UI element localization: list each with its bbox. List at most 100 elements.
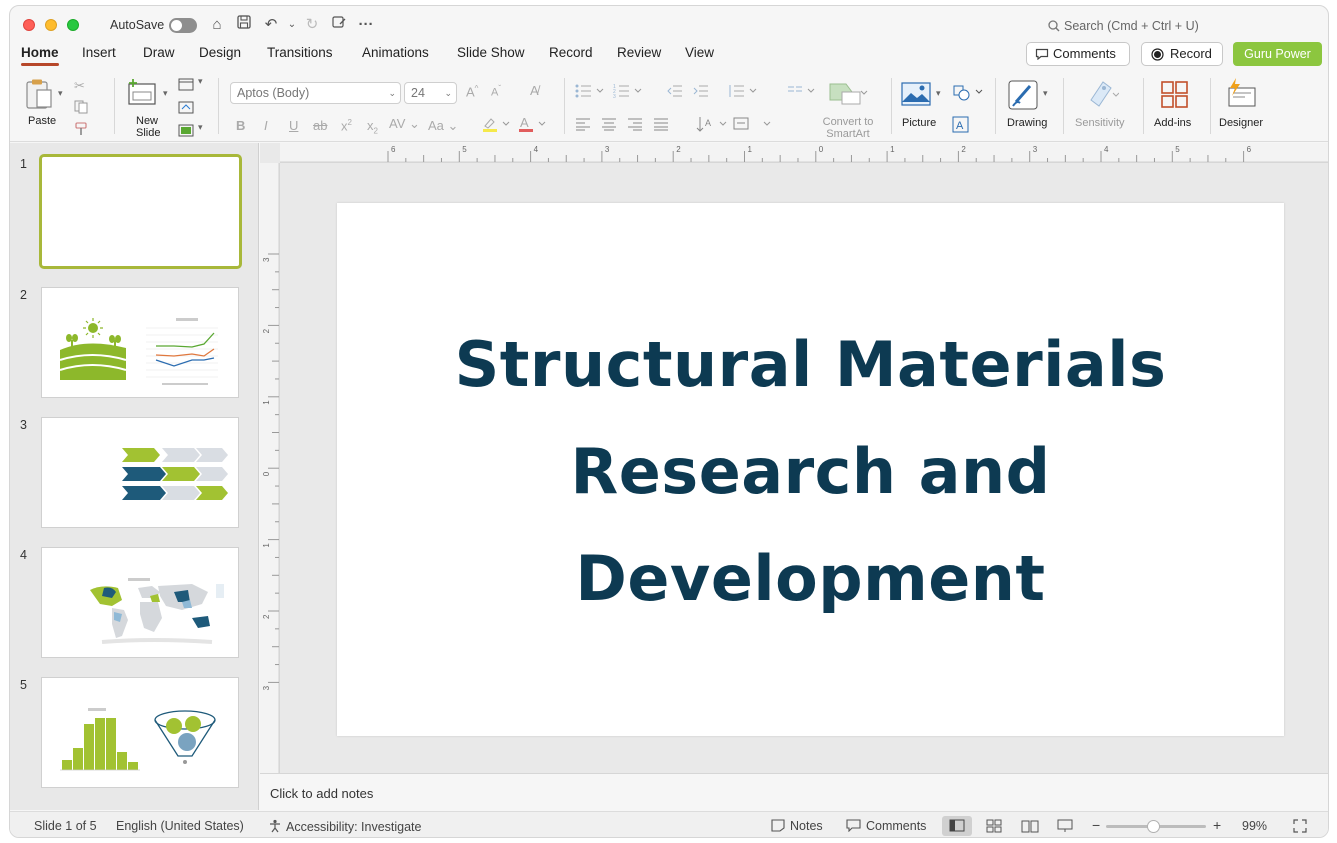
slide-canvas[interactable]: Structural Materials Research and Develo… xyxy=(337,203,1284,736)
fit-to-window-button[interactable] xyxy=(1293,819,1307,836)
tab-animations[interactable]: Animations xyxy=(362,45,429,60)
slide-thumbnail-4[interactable] xyxy=(41,547,239,658)
tab-view[interactable]: View xyxy=(685,45,714,60)
search-box[interactable]: Search (Cmd + Ctrl + U) xyxy=(1048,19,1199,33)
increase-font-size-icon[interactable]: A^ xyxy=(466,84,478,99)
comments-button[interactable]: Comments xyxy=(1026,42,1130,66)
tab-review[interactable]: Review xyxy=(617,45,661,60)
vertical-ruler[interactable]: 3 2 1 0 1 2 3 xyxy=(260,163,280,773)
home-icon[interactable]: ⌂ xyxy=(207,15,227,35)
picture-button[interactable] xyxy=(901,82,931,109)
addins-button[interactable] xyxy=(1160,80,1190,113)
zoom-in-button[interactable]: + xyxy=(1213,817,1221,833)
customize-toolbar-icon[interactable] xyxy=(329,15,349,35)
zoom-slider-thumb[interactable] xyxy=(1147,820,1160,833)
zoom-out-button[interactable]: − xyxy=(1092,817,1100,833)
columns-icon[interactable] xyxy=(786,84,818,101)
minimize-window-button[interactable] xyxy=(45,19,57,31)
tab-design[interactable]: Design xyxy=(199,45,241,60)
sensitivity-button[interactable] xyxy=(1085,78,1120,113)
slide-thumbnail-3[interactable] xyxy=(41,417,239,528)
highlight-color-icon[interactable] xyxy=(481,115,513,136)
shapes-icon[interactable] xyxy=(952,84,986,105)
justify-icon[interactable] xyxy=(653,117,669,134)
cut-icon[interactable]: ✂ xyxy=(74,78,85,94)
more-options-icon[interactable]: ··· xyxy=(356,15,376,35)
numbering-icon[interactable]: 123 xyxy=(613,84,645,101)
save-icon[interactable] xyxy=(234,15,254,35)
subscript-icon[interactable]: x2 xyxy=(367,118,378,136)
redo-icon[interactable]: ↻ xyxy=(302,15,322,35)
drawing-button[interactable] xyxy=(1008,80,1040,113)
section-icon[interactable] xyxy=(178,124,194,140)
designer-button[interactable] xyxy=(1224,78,1258,113)
notes-pane[interactable]: Click to add notes xyxy=(260,773,1328,810)
slide-show-view-button[interactable] xyxy=(1057,819,1073,836)
change-case-icon[interactable]: Aa ⌄ xyxy=(428,118,458,134)
decrease-indent-icon[interactable] xyxy=(667,84,683,101)
new-slide-dropdown-chevron-icon[interactable]: ▾ xyxy=(163,88,168,99)
underline-icon[interactable]: U xyxy=(289,118,298,133)
align-right-icon[interactable] xyxy=(627,117,643,134)
tab-transitions[interactable]: Transitions xyxy=(267,45,333,60)
slide-thumbnail-2[interactable] xyxy=(41,287,239,398)
record-button[interactable]: Record xyxy=(1141,42,1223,66)
reading-view-button[interactable] xyxy=(1021,819,1039,836)
comments-toggle-button[interactable]: Comments xyxy=(846,819,926,833)
layout-icon[interactable] xyxy=(178,78,194,94)
zoom-slider[interactable] xyxy=(1106,820,1206,833)
tab-slide-show[interactable]: Slide Show xyxy=(457,45,525,60)
zoom-level[interactable]: 99% xyxy=(1242,819,1267,833)
text-box-icon[interactable]: A xyxy=(952,116,970,137)
convert-to-smartart-button[interactable] xyxy=(828,80,868,111)
slide-sorter-view-button[interactable] xyxy=(986,819,1002,836)
tab-home[interactable]: Home xyxy=(21,45,59,66)
guru-power-button[interactable]: Guru Power xyxy=(1233,42,1322,66)
accessibility-button[interactable]: Accessibility: Investigate xyxy=(268,819,421,834)
slide-thumbnails-panel[interactable]: 1 2 3 4 5 xyxy=(10,143,259,810)
strikethrough-icon[interactable]: ab xyxy=(313,118,327,133)
undo-icon[interactable]: ↶ xyxy=(261,15,281,35)
character-spacing-icon[interactable]: AV ⌄ xyxy=(389,116,420,132)
new-slide-button[interactable] xyxy=(126,78,158,111)
tab-record[interactable]: Record xyxy=(549,45,593,60)
drawing-dropdown-chevron-icon[interactable]: ▾ xyxy=(1043,88,1048,99)
align-center-icon[interactable] xyxy=(601,117,617,134)
font-name-combo[interactable]: Aptos (Body) ⌄ xyxy=(230,82,401,104)
language-indicator[interactable]: English (United States) xyxy=(116,819,244,833)
bold-icon[interactable]: B xyxy=(236,118,245,133)
align-left-icon[interactable] xyxy=(575,117,591,134)
reset-slide-icon[interactable] xyxy=(178,101,194,117)
superscript-icon[interactable]: x2 xyxy=(341,118,352,133)
paste-button[interactable]: ▾ xyxy=(24,78,63,113)
copy-icon[interactable] xyxy=(74,100,90,117)
text-direction-icon[interactable]: A xyxy=(696,116,728,135)
line-spacing-icon[interactable] xyxy=(727,84,759,101)
slide-thumbnail-5[interactable] xyxy=(41,677,239,788)
font-color-icon[interactable]: A xyxy=(517,115,549,136)
slide-counter: Slide 1 of 5 xyxy=(34,819,97,833)
increase-indent-icon[interactable] xyxy=(693,84,709,101)
normal-view-button[interactable] xyxy=(942,816,972,836)
slide-title[interactable]: Structural Materials Research and Develo… xyxy=(377,311,1244,632)
paste-dropdown-chevron-icon[interactable]: ▾ xyxy=(58,88,63,99)
layout-dropdown-chevron-icon[interactable]: ▾ xyxy=(198,76,203,87)
tab-draw[interactable]: Draw xyxy=(143,45,175,60)
clear-formatting-icon[interactable]: A̸ xyxy=(530,83,539,98)
undo-dropdown-chevron-icon[interactable]: ⌄ xyxy=(282,15,302,35)
decrease-font-size-icon[interactable]: Aˇ xyxy=(491,84,501,99)
picture-dropdown-chevron-icon[interactable]: ▾ xyxy=(936,88,941,99)
autosave-toggle[interactable] xyxy=(169,18,197,33)
format-painter-icon[interactable] xyxy=(74,122,90,139)
section-dropdown-chevron-icon[interactable]: ▾ xyxy=(198,122,203,133)
zoom-window-button[interactable] xyxy=(67,19,79,31)
italic-icon[interactable]: I xyxy=(264,118,268,133)
notes-toggle-button[interactable]: Notes xyxy=(771,819,823,833)
close-window-button[interactable] xyxy=(23,19,35,31)
font-size-combo[interactable]: 24 ⌄ xyxy=(404,82,457,104)
tab-insert[interactable]: Insert xyxy=(82,45,116,60)
align-text-icon[interactable] xyxy=(733,116,773,135)
slide-thumbnail-1[interactable] xyxy=(39,154,242,269)
horizontal-ruler[interactable]: 6 5 4 3 2 1 0 1 2 3 4 5 6 xyxy=(280,143,1329,163)
bullets-icon[interactable] xyxy=(575,84,607,101)
